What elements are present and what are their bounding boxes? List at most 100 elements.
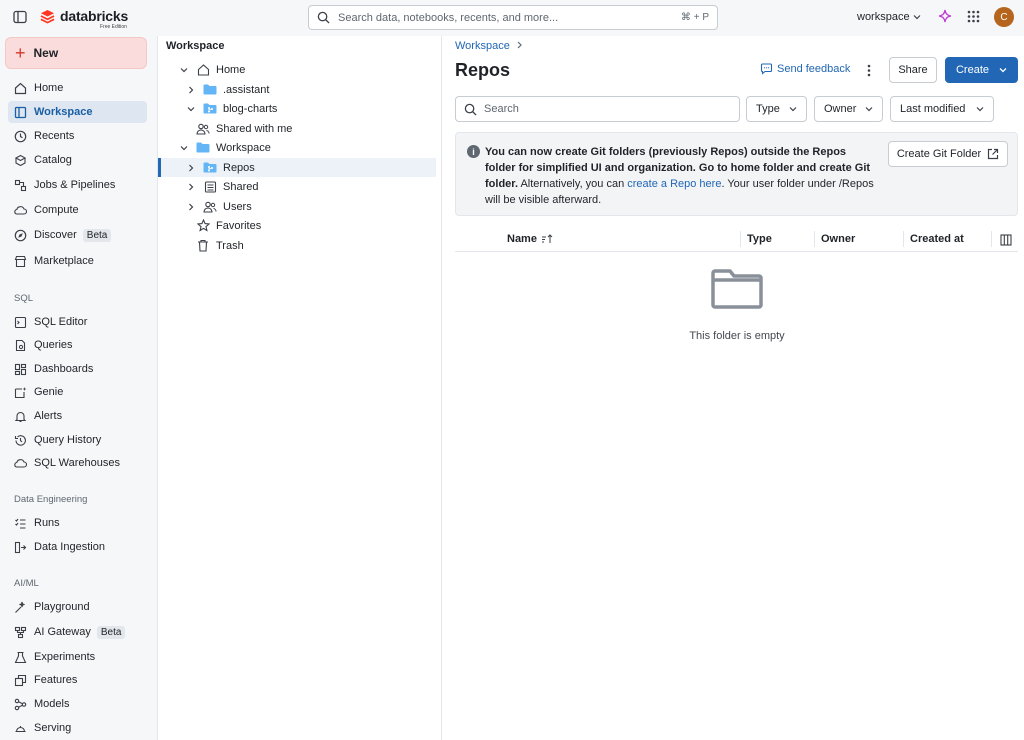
tree-item-repos[interactable]: Repos <box>158 158 436 177</box>
column-divider[interactable] <box>991 231 992 247</box>
trash-icon <box>196 239 210 252</box>
chevron-down-icon[interactable] <box>178 66 190 74</box>
nav-item-models[interactable]: Models <box>8 693 147 715</box>
more-options-icon[interactable] <box>863 62 875 78</box>
column-header-created-at[interactable]: Created at <box>910 233 964 245</box>
nav-item-discover[interactable]: Discover Beta <box>8 224 147 246</box>
sql-editor-icon <box>13 315 27 329</box>
nav-item-runs[interactable]: Runs <box>8 512 147 534</box>
column-divider[interactable] <box>903 231 904 247</box>
assistant-sparkle-icon[interactable] <box>938 9 952 26</box>
chevron-down-icon <box>999 68 1007 73</box>
banner-pre-text: Alternatively, you can <box>518 178 628 190</box>
column-divider[interactable] <box>740 231 741 247</box>
tree-item-assistant[interactable]: .assistant <box>158 80 436 99</box>
nav-item-home[interactable]: Home <box>8 77 147 99</box>
last-modified-filter-dropdown[interactable]: Last modified <box>890 96 994 122</box>
create-button[interactable]: Create <box>945 57 1018 83</box>
workspace-icon <box>13 105 27 119</box>
nav-item-dashboards[interactable]: Dashboards <box>8 358 147 380</box>
column-header-name[interactable]: Name <box>507 233 553 245</box>
nav-item-label: Playground <box>34 601 90 613</box>
nav-item-genie[interactable]: Genie <box>8 381 147 403</box>
page-title: Repos <box>455 60 511 80</box>
sidebar-toggle-icon[interactable] <box>12 9 28 25</box>
databricks-logo[interactable]: databricks <box>40 8 128 24</box>
sort-ascending-icon[interactable] <box>541 234 553 244</box>
columns-settings-icon[interactable] <box>1000 234 1012 246</box>
dashboard-icon <box>13 362 27 376</box>
column-header-owner[interactable]: Owner <box>821 233 855 245</box>
nav-item-workspace[interactable]: Workspace <box>8 101 147 123</box>
breadcrumb-workspace[interactable]: Workspace <box>455 40 510 52</box>
user-avatar[interactable]: C <box>994 7 1014 27</box>
tree-item-blog-charts[interactable]: blog-charts <box>158 99 436 118</box>
chevron-down-icon <box>913 15 921 20</box>
new-button[interactable]: + New <box>5 37 147 69</box>
git-folder-info-banner: i You can now create Git folders (previo… <box>455 132 1018 216</box>
chevron-right-icon[interactable] <box>185 203 197 211</box>
home-icon <box>196 63 210 76</box>
type-filter-dropdown[interactable]: Type <box>746 96 807 122</box>
plus-icon: + <box>15 43 26 63</box>
workspace-switcher[interactable]: workspace <box>857 11 921 23</box>
chevron-right-icon[interactable] <box>185 164 197 172</box>
chevron-right-icon[interactable] <box>185 86 197 94</box>
home-icon <box>13 81 27 95</box>
tree-item-shared-with-me[interactable]: Shared with me <box>158 119 436 138</box>
tree-item-workspace[interactable]: Workspace <box>158 138 436 157</box>
nav-item-ai-gateway[interactable]: AI Gateway Beta <box>8 621 147 643</box>
nav-item-label: Models <box>34 698 70 710</box>
nav-item-catalog[interactable]: Catalog <box>8 149 147 171</box>
share-button[interactable]: Share <box>889 57 937 83</box>
genie-icon <box>13 385 27 399</box>
tree-item-label: blog-charts <box>223 102 278 115</box>
nav-item-query-history[interactable]: Query History <box>8 429 147 451</box>
apps-grid-icon[interactable] <box>967 10 980 26</box>
create-repo-link[interactable]: create a Repo here <box>627 178 721 190</box>
nav-item-queries[interactable]: Queries <box>8 334 147 356</box>
chevron-down-icon <box>865 107 873 112</box>
nav-item-label: AI Gateway <box>34 626 91 638</box>
tree-item-favorites[interactable]: Favorites <box>158 216 436 235</box>
column-divider[interactable] <box>814 231 815 247</box>
nav-item-jobs-pipelines[interactable]: Jobs & Pipelines <box>8 174 147 196</box>
send-feedback-link[interactable]: Send feedback <box>760 63 850 75</box>
nav-item-serving[interactable]: Serving <box>8 717 147 739</box>
tree-item-label: Shared <box>223 180 259 193</box>
nav-item-playground[interactable]: Playground <box>8 596 147 618</box>
nav-item-label: Dashboards <box>34 363 94 375</box>
create-git-folder-label: Create Git Folder <box>896 148 982 160</box>
compass-icon <box>13 228 27 242</box>
tree-item-label: .assistant <box>223 83 270 96</box>
nav-item-recents[interactable]: Recents <box>8 125 147 147</box>
nav-item-experiments[interactable]: Experiments <box>8 646 147 668</box>
nav-item-label: Query History <box>34 434 102 446</box>
nav-item-sql-editor[interactable]: SQL Editor <box>8 311 147 333</box>
chevron-down-icon <box>789 107 797 112</box>
folder-icon <box>203 84 217 96</box>
nav-item-data-ingestion[interactable]: Data Ingestion <box>8 536 147 558</box>
nav-item-marketplace[interactable]: Marketplace <box>8 250 147 272</box>
nav-item-sql-warehouses[interactable]: SQL Warehouses <box>8 452 147 474</box>
search-icon <box>317 11 330 24</box>
tree-item-trash[interactable]: Trash <box>158 236 436 255</box>
catalog-icon <box>13 153 27 167</box>
tree-item-users[interactable]: Users <box>158 197 436 216</box>
column-header-type[interactable]: Type <box>747 233 772 245</box>
owner-filter-dropdown[interactable]: Owner <box>814 96 883 122</box>
chevron-down-icon[interactable] <box>178 144 190 152</box>
nav-item-alerts[interactable]: Alerts <box>8 405 147 427</box>
folder-search-input[interactable]: Search <box>455 96 740 122</box>
global-search-input[interactable]: Search data, notebooks, recents, and mor… <box>308 5 718 30</box>
nav-item-features[interactable]: Features <box>8 669 147 691</box>
chevron-down-icon[interactable] <box>185 105 197 113</box>
nav-item-label: Catalog <box>34 154 72 166</box>
tree-item-shared[interactable]: Shared <box>158 177 436 196</box>
create-git-folder-button[interactable]: Create Git Folder <box>888 141 1008 167</box>
nav-item-compute[interactable]: Compute <box>8 199 147 221</box>
breadcrumb[interactable]: Workspace <box>455 40 523 52</box>
chevron-right-icon[interactable] <box>185 183 197 191</box>
empty-state-text: This folder is empty <box>689 330 785 342</box>
tree-item-home[interactable]: Home <box>158 60 436 79</box>
